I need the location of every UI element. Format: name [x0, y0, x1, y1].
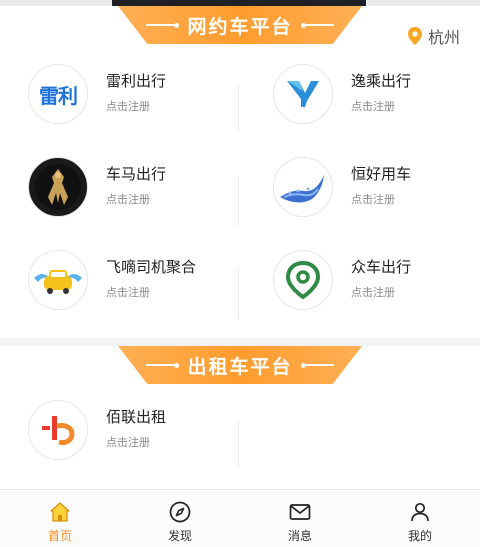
chema-logo-icon	[28, 157, 88, 217]
register-link[interactable]: 点击注册	[106, 98, 150, 114]
platform-item-henghao[interactable]: 恒好用车 点击注册	[245, 141, 480, 233]
ride-hailing-banner: 网约车平台	[118, 6, 362, 44]
zhongche-logo-icon	[273, 250, 333, 310]
banner-left-decoration	[146, 362, 180, 368]
city-name: 杭州	[427, 28, 460, 47]
divider	[238, 176, 239, 226]
banner-left-decoration	[146, 22, 180, 28]
tab-home[interactable]: 首页	[0, 490, 120, 547]
register-link[interactable]: 点击注册	[106, 191, 150, 207]
bailian-logo-icon	[28, 400, 88, 460]
platform-name: 众车出行	[351, 258, 412, 276]
divider	[238, 419, 239, 469]
platform-name: 飞嘀司机聚合	[106, 258, 197, 276]
platform-name: 佰联出租	[106, 408, 167, 426]
register-link[interactable]: 点击注册	[351, 191, 395, 207]
platform-name: 逸乘出行	[351, 72, 412, 90]
tab-discover[interactable]: 发现	[120, 490, 240, 547]
register-link[interactable]: 点击注册	[351, 284, 395, 300]
location-pin-icon	[407, 27, 422, 45]
divider	[238, 269, 239, 319]
platform-item-feidi[interactable]: 飞嘀司机聚合 点击注册	[0, 234, 240, 326]
user-icon	[411, 502, 429, 522]
taxi-title: 出租车平台	[187, 355, 293, 378]
banner-right-decoration	[300, 22, 334, 28]
platform-item-chema[interactable]: 车马出行 点击注册	[0, 141, 240, 233]
tab-label: 我的	[407, 529, 432, 543]
platform-name: 恒好用车	[351, 165, 412, 183]
tab-label: 首页	[47, 529, 72, 543]
tab-label: 消息	[287, 529, 312, 543]
taxi-banner: 出租车平台	[118, 346, 362, 384]
tab-messages[interactable]: 消息	[240, 490, 360, 547]
platform-name: 车马出行	[106, 165, 167, 183]
banner-right-decoration	[300, 362, 334, 368]
platform-item-bailian[interactable]: 佰联出租 点击注册	[0, 384, 240, 476]
bottom-tab-bar: 首页 发现 消息 我的	[0, 489, 480, 547]
ride-hailing-title: 网约车平台	[187, 15, 293, 38]
register-link[interactable]: 点击注册	[106, 434, 150, 450]
platform-item-zhongche[interactable]: 众车出行 点击注册	[245, 234, 480, 326]
platform-item-leili[interactable]: 雷利 雷利出行 点击注册	[0, 48, 240, 140]
henghao-logo-icon	[273, 157, 333, 217]
tab-profile[interactable]: 我的	[360, 490, 480, 547]
taxi-section: 出租车平台 佰联出租 点击注册	[0, 346, 480, 489]
register-link[interactable]: 点击注册	[351, 98, 395, 114]
register-link[interactable]: 点击注册	[106, 284, 150, 300]
home-icon	[50, 502, 70, 522]
platform-item-yicheng[interactable]: 逸乘出行 点击注册	[245, 48, 480, 140]
divider	[238, 83, 239, 133]
platform-name: 雷利出行	[106, 72, 167, 90]
mail-icon	[289, 504, 311, 520]
ride-hailing-section: 网约车平台 杭州 雷利 雷利出行 点击注册 逸乘出行 点击注册 车马出行 点击注…	[0, 6, 480, 338]
leili-logo-icon: 雷利	[28, 64, 88, 124]
tab-label: 发现	[167, 529, 192, 543]
city-selector[interactable]: 杭州	[407, 24, 460, 48]
feidi-logo-icon	[28, 250, 88, 310]
yicheng-logo-icon	[273, 64, 333, 124]
compass-icon	[169, 501, 191, 523]
